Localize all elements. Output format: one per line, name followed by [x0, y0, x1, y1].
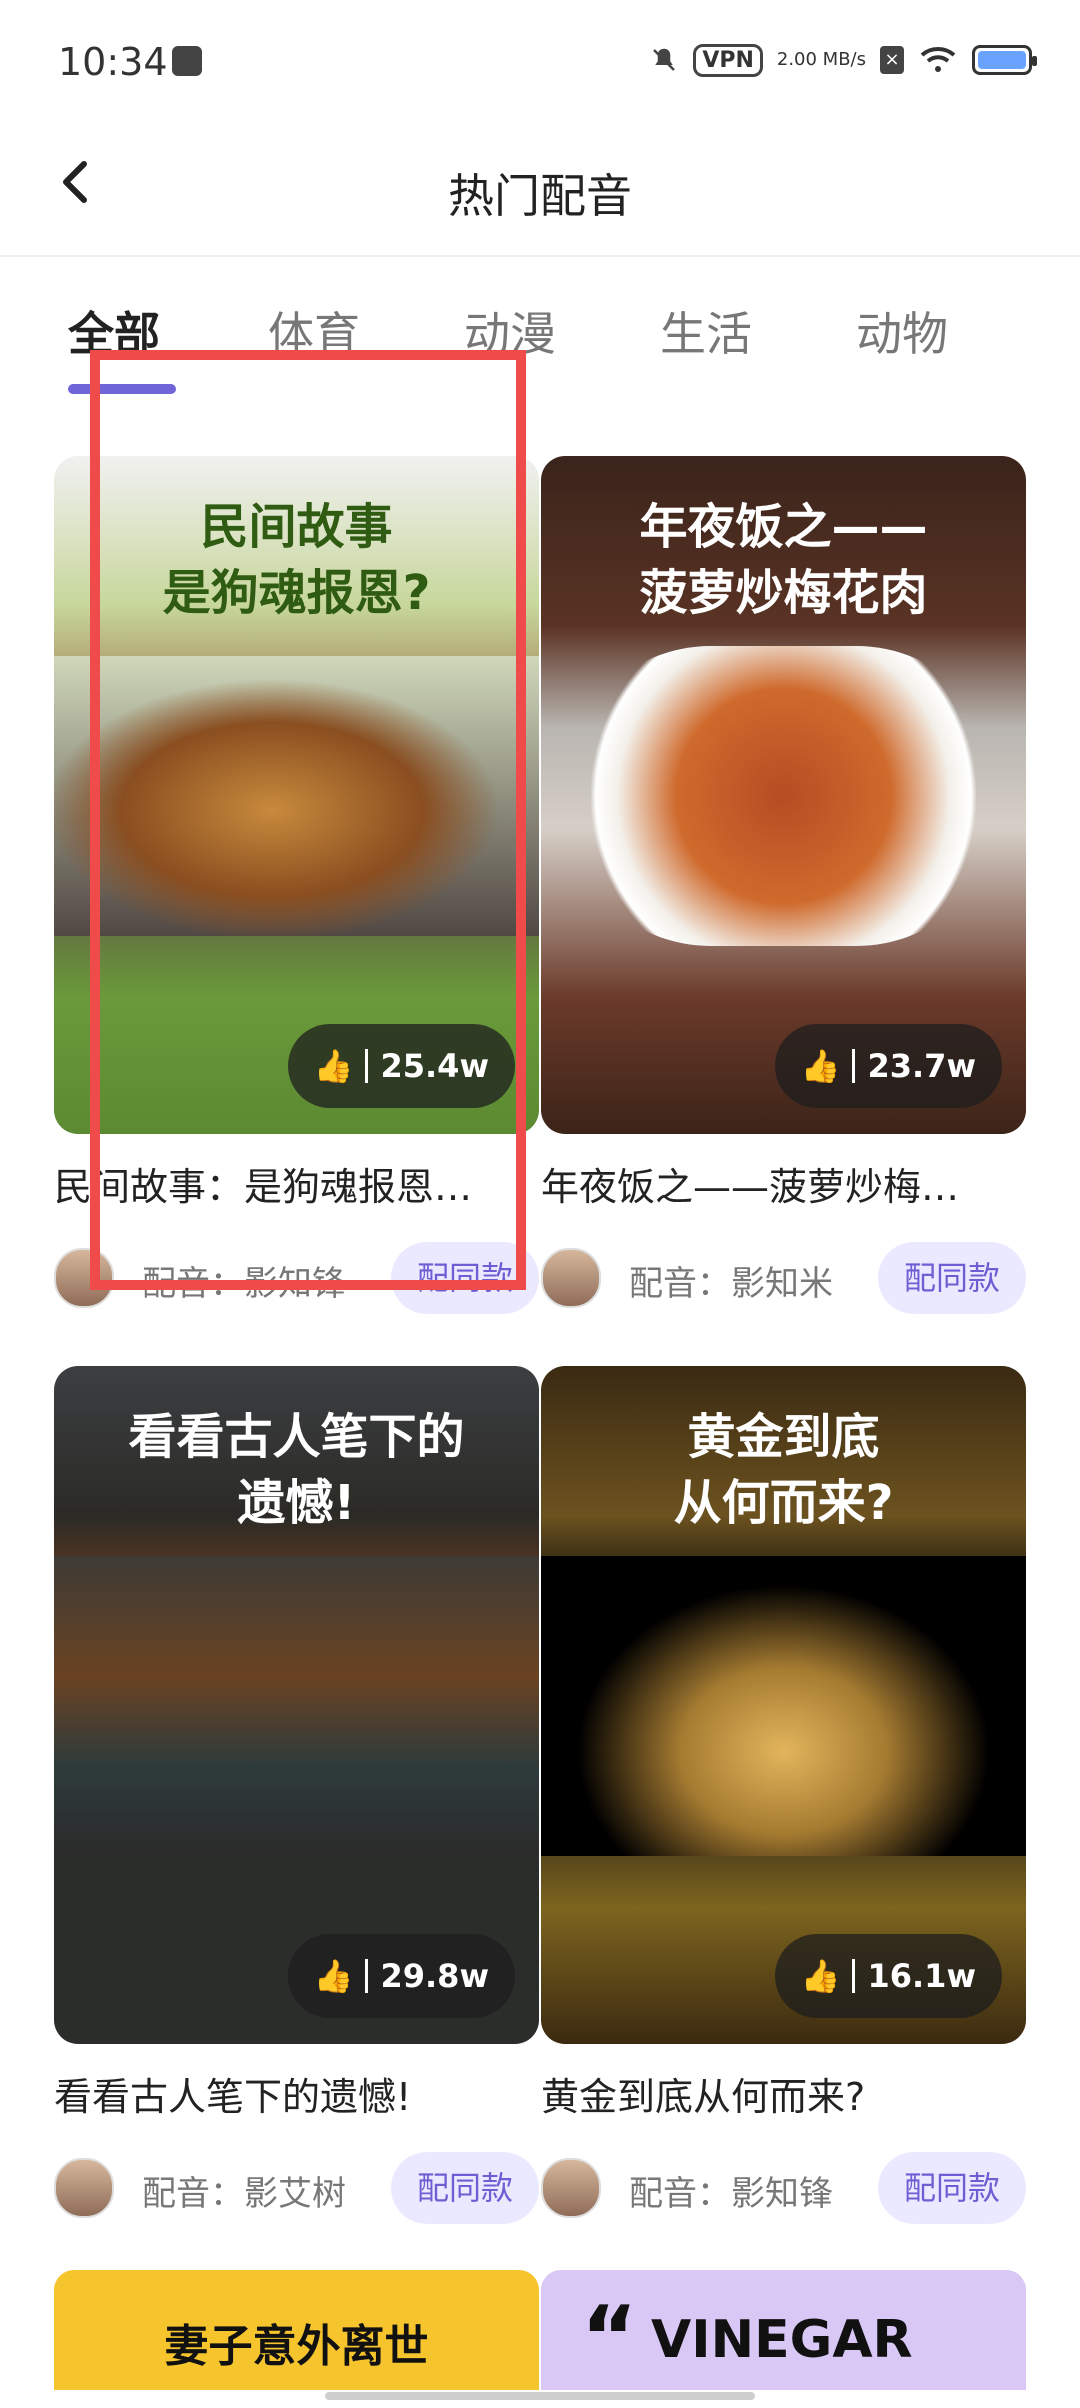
cover-image[interactable]: 黄金到底 从何而来? 👍 16.1w — [541, 1366, 1026, 2044]
cover-image[interactable]: 看看古人笔下的 遗憾! 👍 29.8w — [54, 1366, 539, 2044]
close-icon: × — [880, 46, 904, 74]
use-same-button[interactable]: 配同款 — [878, 1242, 1026, 1314]
mute-icon — [649, 45, 679, 75]
battery-icon — [972, 45, 1037, 75]
thumbs-up-icon: 👍 — [800, 1047, 841, 1085]
cover-text: 年夜饭之—— 菠萝炒梅花肉 — [639, 499, 928, 621]
vpn-badge: VPN — [693, 43, 763, 77]
card-meta: 配音：影知锋 配同款 — [541, 2146, 1026, 2224]
app-header: 热门配音 — [0, 120, 1080, 257]
use-same-button[interactable]: 配同款 — [391, 2152, 539, 2224]
like-count: 👍 16.1w — [774, 1934, 1002, 2018]
voice-label: 配音：影艾树 — [142, 2174, 346, 2214]
cover-text: 黄金到底 从何而来? — [673, 1409, 894, 1531]
use-same-button[interactable]: 配同款 — [878, 2152, 1026, 2224]
card-meta: 配音：影艾树 配同款 — [54, 2146, 539, 2224]
voice-label: 配音：影知锋 — [629, 2174, 833, 2214]
card-title[interactable]: 看看古人笔下的遗憾! — [54, 2066, 539, 2121]
avatar — [541, 1248, 601, 1308]
peek-title-left: 妻子意外离世 — [164, 2321, 429, 2372]
divider — [852, 1959, 856, 1993]
wifi-icon — [918, 45, 958, 75]
card-title[interactable]: 年夜饭之——菠萝炒梅… — [541, 1156, 1026, 1211]
avatar — [54, 2158, 114, 2218]
cover-image[interactable]: 年夜饭之—— 菠萝炒梅花肉 👍 23.7w — [541, 456, 1026, 1134]
card-meta: 配音：影知米 配同款 — [541, 1236, 1026, 1314]
avatar — [541, 2158, 601, 2218]
status-right: VPN 2.00 MB/s × — [649, 40, 1037, 80]
calendar-icon — [172, 46, 202, 76]
network-speed: 2.00 MB/s — [776, 49, 866, 70]
home-indicator[interactable] — [325, 2392, 755, 2400]
tab-life[interactable]: 生活 — [660, 298, 752, 364]
landscape-image — [54, 1556, 539, 1856]
quote-icon: “ — [581, 2288, 638, 2388]
card-title[interactable]: 黄金到底从何而来? — [541, 2066, 1026, 2121]
gold-image — [541, 1556, 1026, 1856]
like-count: 👍 23.7w — [774, 1024, 1002, 1108]
page-title: 热门配音 — [448, 169, 632, 223]
thumbs-up-icon: 👍 — [313, 1957, 354, 1995]
food-image — [561, 646, 1006, 946]
status-bar: 10:34 VPN 2.00 MB/s × — [0, 0, 1080, 120]
next-card-left[interactable]: 妻子意外离世 — [54, 2270, 539, 2390]
highlight-box — [90, 350, 526, 1290]
thumbs-up-icon: 👍 — [800, 1957, 841, 1995]
tab-animals[interactable]: 动物 — [856, 298, 948, 364]
divider — [852, 1049, 856, 1083]
voice-label: 配音：影知米 — [629, 1264, 833, 1304]
peek-title-right: VINEGAR — [651, 2310, 913, 2370]
like-count: 👍 29.8w — [287, 1934, 515, 2018]
status-time: 10:34 — [58, 40, 168, 84]
divider — [365, 1959, 369, 1993]
next-card-right[interactable]: “ VINEGAR — [541, 2270, 1026, 2390]
cover-text: 看看古人笔下的 遗憾! — [128, 1409, 465, 1531]
